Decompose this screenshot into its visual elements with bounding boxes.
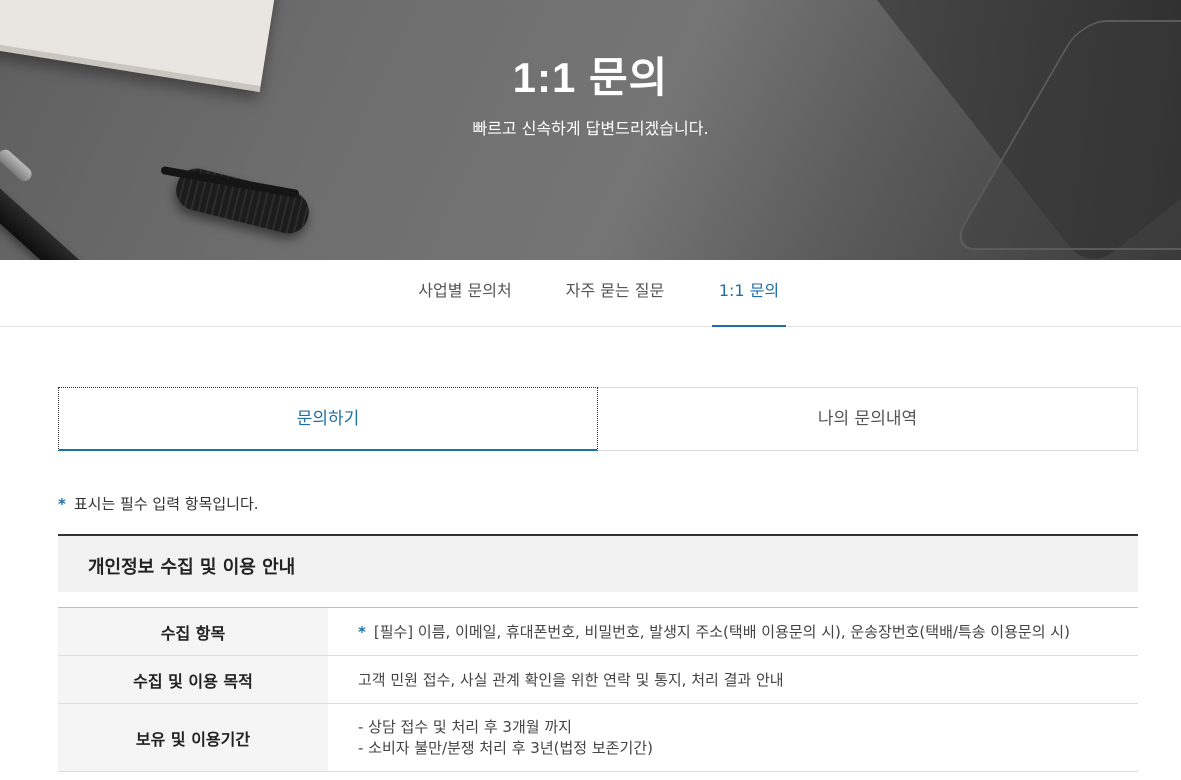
page-subtitle: 빠르고 신속하게 답변드리겠습니다. bbox=[472, 119, 709, 138]
hero-banner: 1:1 문의 빠르고 신속하게 답변드리겠습니다. bbox=[0, 0, 1181, 260]
required-star-icon: * bbox=[58, 495, 66, 513]
row-label: 수집 항목 bbox=[58, 607, 328, 656]
tab-business-contacts[interactable]: 사업별 문의처 bbox=[405, 260, 525, 327]
pen-image bbox=[0, 178, 123, 260]
retention-line: - 소비자 불만/분쟁 처리 후 3년(법정 보존기간) bbox=[358, 738, 653, 757]
row-label: 보유 및 이용기간 bbox=[58, 703, 328, 772]
subtab-inquire[interactable]: 문의하기 bbox=[58, 387, 598, 451]
privacy-section-header: 개인정보 수집 및 이용 안내 bbox=[58, 534, 1138, 592]
table-row: 수집 항목 * [필수] 이름, 이메일, 휴대폰번호, 비밀번호, 발생지 주소… bbox=[58, 607, 1138, 656]
row-value: - 상담 접수 및 처리 후 3개월 까지 - 소비자 불만/분쟁 처리 후 3… bbox=[328, 703, 1138, 772]
row-value: 고객 민원 접수, 사실 관계 확인을 위한 연락 및 통지, 처리 결과 안내 bbox=[328, 655, 1138, 704]
retention-line: - 상담 접수 및 처리 후 3개월 까지 bbox=[358, 717, 572, 736]
tab-one-to-one[interactable]: 1:1 문의 bbox=[712, 260, 786, 327]
required-note-text: 표시는 필수 입력 항목입니다. bbox=[73, 495, 259, 513]
table-row: 수집 및 이용 목적 고객 민원 접수, 사실 관계 확인을 위한 연락 및 통… bbox=[58, 655, 1138, 704]
collected-items-text: [필수] 이름, 이메일, 휴대폰번호, 비밀번호, 발생지 주소(택배 이용문… bbox=[373, 623, 1070, 641]
tab-faq[interactable]: 자주 묻는 질문 bbox=[555, 260, 675, 327]
row-value: * [필수] 이름, 이메일, 휴대폰번호, 비밀번호, 발생지 주소(택배 이용… bbox=[328, 607, 1138, 656]
main-tabs: 사업별 문의처 자주 묻는 질문 1:1 문의 bbox=[0, 260, 1181, 327]
required-star-icon: * bbox=[358, 623, 366, 641]
section-title: 개인정보 수집 및 이용 안내 bbox=[88, 557, 296, 578]
pen-tip-image bbox=[0, 146, 35, 184]
row-label: 수집 및 이용 목적 bbox=[58, 655, 328, 704]
privacy-info-table: 수집 항목 * [필수] 이름, 이메일, 휴대폰번호, 비밀번호, 발생지 주소… bbox=[58, 607, 1138, 772]
page-title: 1:1 문의 bbox=[512, 54, 669, 101]
subtab-my-inquiries[interactable]: 나의 문의내역 bbox=[598, 387, 1138, 451]
required-note: * 표시는 필수 입력 항목입니다. bbox=[58, 493, 259, 514]
sub-tabs: 문의하기 나의 문의내역 bbox=[58, 387, 1138, 451]
table-row: 보유 및 이용기간 - 상담 접수 및 처리 후 3개월 까지 - 소비자 불만… bbox=[58, 703, 1138, 772]
